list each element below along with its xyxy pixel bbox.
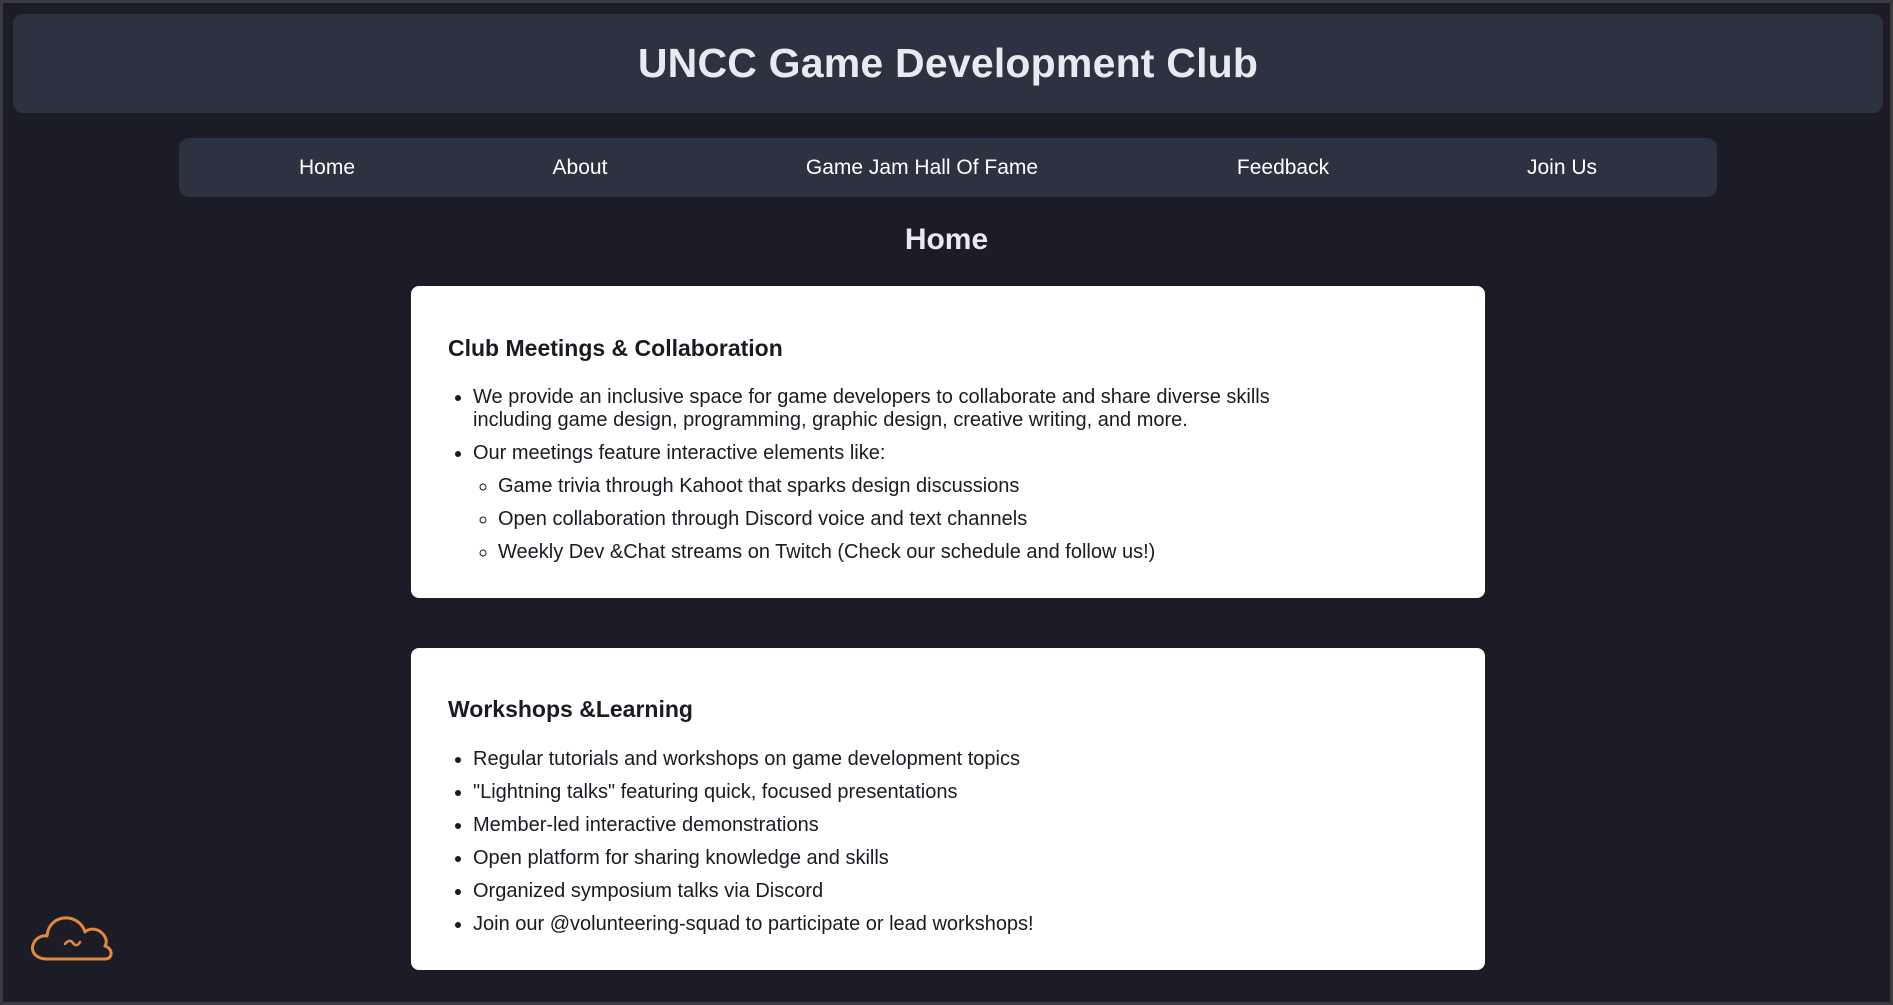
list-item: "Lightning talks" featuring quick, focus… xyxy=(473,781,1373,804)
card-list: Regular tutorials and workshops on game … xyxy=(448,748,1373,946)
page-title: Home xyxy=(904,223,989,256)
site-title: UNCC Game Development Club xyxy=(637,40,1259,86)
list-item: Open platform for sharing knowledge and … xyxy=(473,847,1373,870)
list-item: We provide an inclusive space for game d… xyxy=(473,386,1273,432)
card-title: Club Meetings & Collaboration xyxy=(448,335,783,361)
list-item: Organized symposium talks via Discord xyxy=(473,880,1373,903)
list-item: Member-led interactive demonstrations xyxy=(473,814,1373,837)
list-item: Our meetings feature interactive element… xyxy=(473,442,1273,564)
nav-link-home[interactable]: Home xyxy=(299,138,355,197)
sub-list-item: Game trivia through Kahoot that sparks d… xyxy=(498,475,1273,498)
nav-link-join-us[interactable]: Join Us xyxy=(1527,138,1597,197)
sub-list: Game trivia through Kahoot that sparks d… xyxy=(473,475,1273,564)
nav-link-game-jam-hall-of-fame[interactable]: Game Jam Hall Of Fame xyxy=(806,138,1038,197)
nav-link-feedback[interactable]: Feedback xyxy=(1237,138,1329,197)
cloud-icon[interactable] xyxy=(29,907,113,963)
card-workshops: Workshops &Learning Regular tutorials an… xyxy=(411,648,1485,970)
sub-list-item: Open collaboration through Discord voice… xyxy=(498,508,1273,531)
list-item-text: Our meetings feature interactive element… xyxy=(473,442,886,464)
site-header: UNCC Game Development Club xyxy=(13,14,1883,113)
main-nav: Home About Game Jam Hall Of Fame Feedbac… xyxy=(179,138,1717,197)
nav-link-about[interactable]: About xyxy=(553,138,608,197)
card-list: We provide an inclusive space for game d… xyxy=(448,386,1273,574)
list-item: Join our @volunteering-squad to particip… xyxy=(473,913,1373,936)
sub-list-item: Weekly Dev &Chat streams on Twitch (Chec… xyxy=(498,541,1273,564)
card-club-meetings: Club Meetings & Collaboration We provide… xyxy=(411,286,1485,598)
card-title: Workshops &Learning xyxy=(448,696,693,722)
list-item: Regular tutorials and workshops on game … xyxy=(473,748,1373,771)
